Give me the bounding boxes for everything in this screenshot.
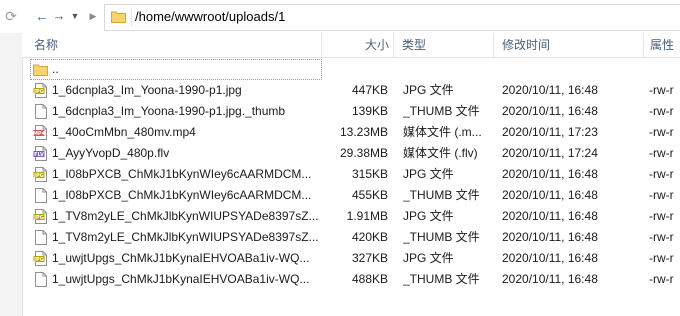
file-row[interactable]: 1_uwjtUpgs_ChMkJ1bKynaIEHVOABa1iv-WQ... 4… xyxy=(30,269,680,290)
file-row[interactable]: MP4 1_40oCmMbn_480mv.mp4 13.23MB 媒体文件 (.m..… xyxy=(30,122,680,143)
svg-text:JPG: JPG xyxy=(33,215,44,221)
file-size: 13.23MB xyxy=(339,125,388,139)
folder-icon xyxy=(111,11,126,23)
file-modified: 2020/10/11, 17:24 xyxy=(502,146,598,160)
file-icon xyxy=(35,230,47,245)
file-attributes: -rw-r xyxy=(649,188,674,202)
back-arrow-icon[interactable]: ← xyxy=(34,8,50,24)
left-strip xyxy=(0,0,23,316)
file-attributes: -rw-r xyxy=(649,125,674,139)
file-name: 1_6dcnpla3_Im_Yoona-1990-p1.jpg._thumb xyxy=(52,104,286,118)
file-icon xyxy=(35,272,47,287)
file-modified: 2020/10/11, 16:48 xyxy=(502,209,598,223)
file-type: _THUMB 文件 xyxy=(403,104,480,118)
file-row[interactable]: FLV 1_AyyYvopD_480p.flv 29.38MB 媒体文件 (.flv)… xyxy=(30,143,680,164)
jpg-file-icon: JPG xyxy=(33,209,47,224)
file-type: _THUMB 文件 xyxy=(403,230,480,244)
address-path[interactable]: /home/wwwroot/uploads/1 xyxy=(135,8,285,26)
file-size: 420KB xyxy=(351,230,388,244)
column-attributes[interactable]: 属性 xyxy=(644,33,680,57)
file-name: 1_6dcnpla3_Im_Yoona-1990-p1.jpg xyxy=(52,83,242,97)
file-name: 1_AyyYvopD_480p.flv xyxy=(52,146,170,160)
file-size: 29.38MB xyxy=(339,146,388,160)
file-modified: 2020/10/11, 16:48 xyxy=(502,272,598,286)
file-name: 1_uwjtUpgs_ChMkJ1bKynaIEHVOABa1iv-WQ... xyxy=(52,251,310,265)
file-modified: 2020/10/11, 16:48 xyxy=(502,83,598,97)
file-modified: 2020/10/11, 16:48 xyxy=(502,230,598,244)
svg-text:FLV: FLV xyxy=(34,152,44,158)
file-row[interactable]: JPG 1_TV8m2yLE_ChMkJlbKynWIUPSYADe8397sZ.… xyxy=(30,206,680,227)
file-type: JPG 文件 xyxy=(403,209,454,223)
file-attributes: -rw-r xyxy=(649,251,674,265)
file-attributes: -rw-r xyxy=(649,272,674,286)
mp4-file-icon: MP4 xyxy=(33,125,47,140)
parent-folder-row[interactable]: .. xyxy=(30,59,680,80)
file-attributes: -rw-r xyxy=(649,83,674,97)
file-icon xyxy=(35,104,47,119)
file-name: 1_40oCmMbn_480mv.mp4 xyxy=(52,125,196,139)
file-row[interactable]: 1_6dcnpla3_Im_Yoona-1990-p1.jpg._thumb 13… xyxy=(30,101,680,122)
forward-arrow-icon[interactable]: → xyxy=(52,8,66,24)
file-modified: 2020/10/11, 17:23 xyxy=(502,125,598,139)
file-size: 455KB xyxy=(351,188,388,202)
file-name: 1_I08bPXCB_ChMkJ1bKynWIey6cAARMDCM... xyxy=(52,188,312,202)
file-row[interactable]: JPG 1_uwjtUpgs_ChMkJ1bKynaIEHVOABa1iv-WQ.… xyxy=(30,248,680,269)
file-type: 媒体文件 (.m... xyxy=(403,125,482,139)
jpg-file-icon: JPG xyxy=(33,167,47,182)
jpg-file-icon: JPG xyxy=(33,251,47,266)
folder-icon xyxy=(33,64,48,76)
file-attributes: -rw-r xyxy=(649,209,674,223)
file-list: .. JPG 1_6dcnpla3_Im_Yoona-1990-p1.jpg 447… xyxy=(22,58,680,316)
file-type: JPG 文件 xyxy=(403,167,454,181)
file-browser-window: ⟳ ← → ▼ ▶ /home/wwwroot/uploads/1 ︿ 名称 大… xyxy=(0,0,680,316)
chevron-right-icon[interactable]: ▶ xyxy=(86,8,100,24)
file-modified: 2020/10/11, 16:48 xyxy=(502,251,598,265)
file-row[interactable]: 1_I08bPXCB_ChMkJ1bKynWIey6cAARMDCM... 455… xyxy=(30,185,680,206)
file-type: 媒体文件 (.flv) xyxy=(403,146,478,160)
svg-text:MP4: MP4 xyxy=(33,131,46,137)
file-size: 447KB xyxy=(351,83,388,97)
file-attributes: -rw-r xyxy=(649,104,674,118)
file-type: _THUMB 文件 xyxy=(403,272,480,286)
file-modified: 2020/10/11, 16:48 xyxy=(502,188,598,202)
file-row[interactable]: JPG 1_6dcnpla3_Im_Yoona-1990-p1.jpg 447KB J… xyxy=(30,80,680,101)
file-size: 315KB xyxy=(351,167,388,181)
file-size: 327KB xyxy=(351,251,388,265)
jpg-file-icon: JPG xyxy=(33,83,47,98)
column-size[interactable]: 大小 xyxy=(322,33,394,57)
flv-file-icon: FLV xyxy=(33,146,47,161)
file-attributes: -rw-r xyxy=(649,230,674,244)
file-row[interactable]: JPG 1_I08bPXCB_ChMkJ1bKynWIey6cAARMDCM...… xyxy=(30,164,680,185)
refresh-icon[interactable]: ⟳ xyxy=(3,8,19,24)
file-name: 1_I08bPXCB_ChMkJ1bKynWIey6cAARMDCM... xyxy=(52,167,312,181)
file-size: 139KB xyxy=(351,104,388,118)
svg-text:JPG: JPG xyxy=(33,257,44,263)
column-type[interactable]: 类型 xyxy=(394,33,494,57)
file-attributes: -rw-r xyxy=(649,146,674,160)
address-bar: ⟳ ← → ▼ ▶ /home/wwwroot/uploads/1 xyxy=(0,0,680,33)
column-modified[interactable]: 修改时间 xyxy=(494,33,644,57)
svg-text:JPG: JPG xyxy=(33,173,44,179)
file-size: 1.91MB xyxy=(346,209,388,223)
file-name: 1_TV8m2yLE_ChMkJlbKynWIUPSYADe8397sZ... xyxy=(52,209,319,223)
file-name: 1_uwjtUpgs_ChMkJ1bKynaIEHVOABa1iv-WQ... xyxy=(52,272,310,286)
column-name[interactable]: 名称 xyxy=(30,33,322,57)
file-icon xyxy=(35,188,47,203)
file-row[interactable]: 1_TV8m2yLE_ChMkJlbKynWIUPSYADe8397sZ... 4… xyxy=(30,227,680,248)
address-field[interactable]: /home/wwwroot/uploads/1 xyxy=(104,4,680,31)
parent-folder-label: .. xyxy=(52,62,59,76)
column-header: 名称 大小 类型 修改时间 属性 xyxy=(22,33,680,58)
file-type: _THUMB 文件 xyxy=(403,188,480,202)
file-name: 1_TV8m2yLE_ChMkJlbKynWIUPSYADe8397sZ... xyxy=(52,230,319,244)
chevron-down-icon[interactable]: ▼ xyxy=(68,8,82,24)
file-type: JPG 文件 xyxy=(403,83,454,97)
address-separator xyxy=(131,8,132,26)
svg-text:JPG: JPG xyxy=(33,89,44,95)
file-modified: 2020/10/11, 16:48 xyxy=(502,104,598,118)
file-attributes: -rw-r xyxy=(649,167,674,181)
file-type: JPG 文件 xyxy=(403,251,454,265)
file-size: 488KB xyxy=(351,272,388,286)
file-modified: 2020/10/11, 16:48 xyxy=(502,167,598,181)
